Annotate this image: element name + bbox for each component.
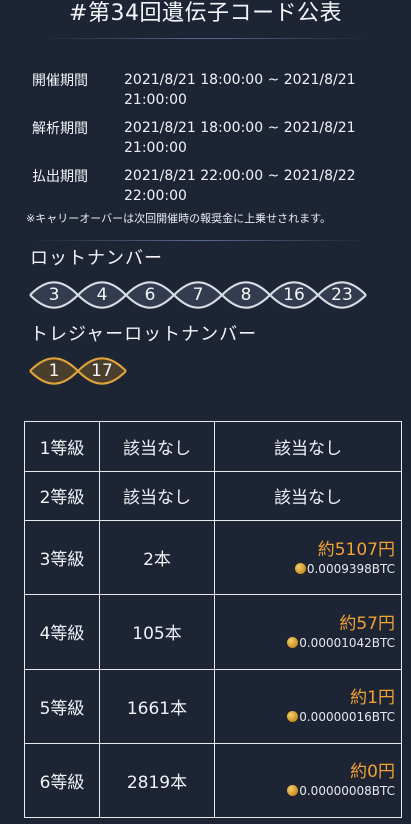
prize-btc-line: 0.00000016BTC xyxy=(215,709,395,725)
lot-number-helix: 3 4 6 7 8 16 23 xyxy=(28,280,368,310)
prize-cell: 約1円 0.00000016BTC xyxy=(214,668,402,744)
count-cell: 該当なし xyxy=(99,421,215,472)
treasure-number-label: トレジャーロットナンバー xyxy=(30,324,258,345)
bitcoin-coin-icon xyxy=(287,711,299,723)
prize-cell: 約57円 0.00001042BTC xyxy=(214,594,402,670)
prize-btc: 0.00001042BTC xyxy=(299,635,395,650)
prize-btc: 0.00000016BTC xyxy=(299,710,395,725)
prize-cell: 約5107円 0.0009398BTC xyxy=(214,519,402,596)
period-value-line2: 22:00:00 xyxy=(124,188,187,204)
period-value-line2: 21:00:00 xyxy=(124,140,187,156)
table-row: 5等級 1661本 約1円 0.00000016BTC xyxy=(24,668,402,744)
carryover-note: ※キャリーオーバーは次回開催時の報奨金に上乗せされます。 xyxy=(26,212,332,225)
prize-cell: 該当なし xyxy=(214,470,402,521)
prize-cell: 該当なし xyxy=(214,421,402,472)
bitcoin-coin-icon xyxy=(287,636,299,648)
period-value: 2021/8/21 18:00:00 ~ 2021/8/21 21:00:00 xyxy=(124,118,394,158)
lot-number: 8 xyxy=(240,285,252,305)
count-cell: 該当なし xyxy=(99,470,215,521)
lot-number: 23 xyxy=(331,285,353,305)
grade-cell: 4等級 xyxy=(24,594,100,670)
grade-cell: 3等級 xyxy=(24,519,100,596)
period-label: 払出期間 xyxy=(32,169,88,185)
period-value-line1: 2021/8/21 18:00:00 ~ 2021/8/21 xyxy=(124,72,356,88)
title-divider xyxy=(40,38,370,39)
prize-btc: 0.00000008BTC xyxy=(299,784,395,799)
prize-yen: 約0円 xyxy=(350,762,395,783)
bitcoin-coin-icon xyxy=(294,562,306,574)
period-row-payout: 払出期間 2021/8/21 22:00:00 ~ 2021/8/22 22:0… xyxy=(32,166,392,206)
lot-number: 4 xyxy=(96,285,108,305)
prize-btc-line: 0.00000008BTC xyxy=(215,783,395,799)
period-row-analysis: 解析期間 2021/8/21 18:00:00 ~ 2021/8/21 21:0… xyxy=(32,118,392,158)
lot-number-label: ロットナンバー xyxy=(30,248,163,269)
prize-btc: 0.0009398BTC xyxy=(306,561,395,576)
prize-yen: 約1円 xyxy=(350,688,395,709)
table-row: 1等級 該当なし 該当なし xyxy=(24,421,402,472)
period-value: 2021/8/21 22:00:00 ~ 2021/8/22 22:00:00 xyxy=(124,166,394,206)
period-value-line1: 2021/8/21 18:00:00 ~ 2021/8/21 xyxy=(124,120,356,136)
grade-cell: 2等級 xyxy=(24,470,100,521)
grade-cell: 5等級 xyxy=(24,668,100,744)
count-cell: 2本 xyxy=(99,519,215,596)
lot-number: 1 xyxy=(48,361,60,381)
lot-number: 3 xyxy=(48,285,60,305)
prize-yen: 約57円 xyxy=(339,613,395,634)
table-row: 4等級 105本 約57円 0.00001042BTC xyxy=(24,594,402,670)
count-cell: 105本 xyxy=(99,594,215,670)
page-title: #第34回遺伝子コード公表 xyxy=(69,1,342,26)
lot-number: 16 xyxy=(283,285,305,305)
lot-number: 7 xyxy=(192,285,204,305)
period-value-line1: 2021/8/21 22:00:00 ~ 2021/8/22 xyxy=(124,168,356,184)
grade-cell: 1等級 xyxy=(24,421,100,472)
count-cell: 2819本 xyxy=(99,742,215,819)
grade-cell: 6等級 xyxy=(24,742,100,819)
prize-btc-line: 0.00001042BTC xyxy=(215,635,395,651)
table-row: 2等級 該当なし 該当なし xyxy=(24,470,402,521)
lot-number: 17 xyxy=(91,361,113,381)
count-cell: 1661本 xyxy=(99,668,215,744)
lot-number: 6 xyxy=(144,285,156,305)
period-label: 解析期間 xyxy=(32,121,88,137)
bitcoin-coin-icon xyxy=(287,785,299,797)
prize-table: 1等級 該当なし 該当なし 2等級 該当なし 該当なし 3等級 2本 約5107… xyxy=(24,421,402,819)
period-value: 2021/8/21 18:00:00 ~ 2021/8/21 21:00:00 xyxy=(124,70,394,110)
period-label: 開催期間 xyxy=(32,73,88,89)
section-divider xyxy=(30,240,370,241)
prize-yen: 約5107円 xyxy=(317,539,395,560)
table-row: 6等級 2819本 約0円 0.00000008BTC xyxy=(24,742,402,819)
period-row-event: 開催期間 2021/8/21 18:00:00 ~ 2021/8/21 21:0… xyxy=(32,70,392,110)
prize-cell: 約0円 0.00000008BTC xyxy=(214,742,402,819)
period-value-line2: 21:00:00 xyxy=(124,92,187,108)
treasure-number-helix: 1 17 xyxy=(28,356,128,386)
table-row: 3等級 2本 約5107円 0.0009398BTC xyxy=(24,519,402,596)
prize-btc-line: 0.0009398BTC xyxy=(215,561,395,577)
